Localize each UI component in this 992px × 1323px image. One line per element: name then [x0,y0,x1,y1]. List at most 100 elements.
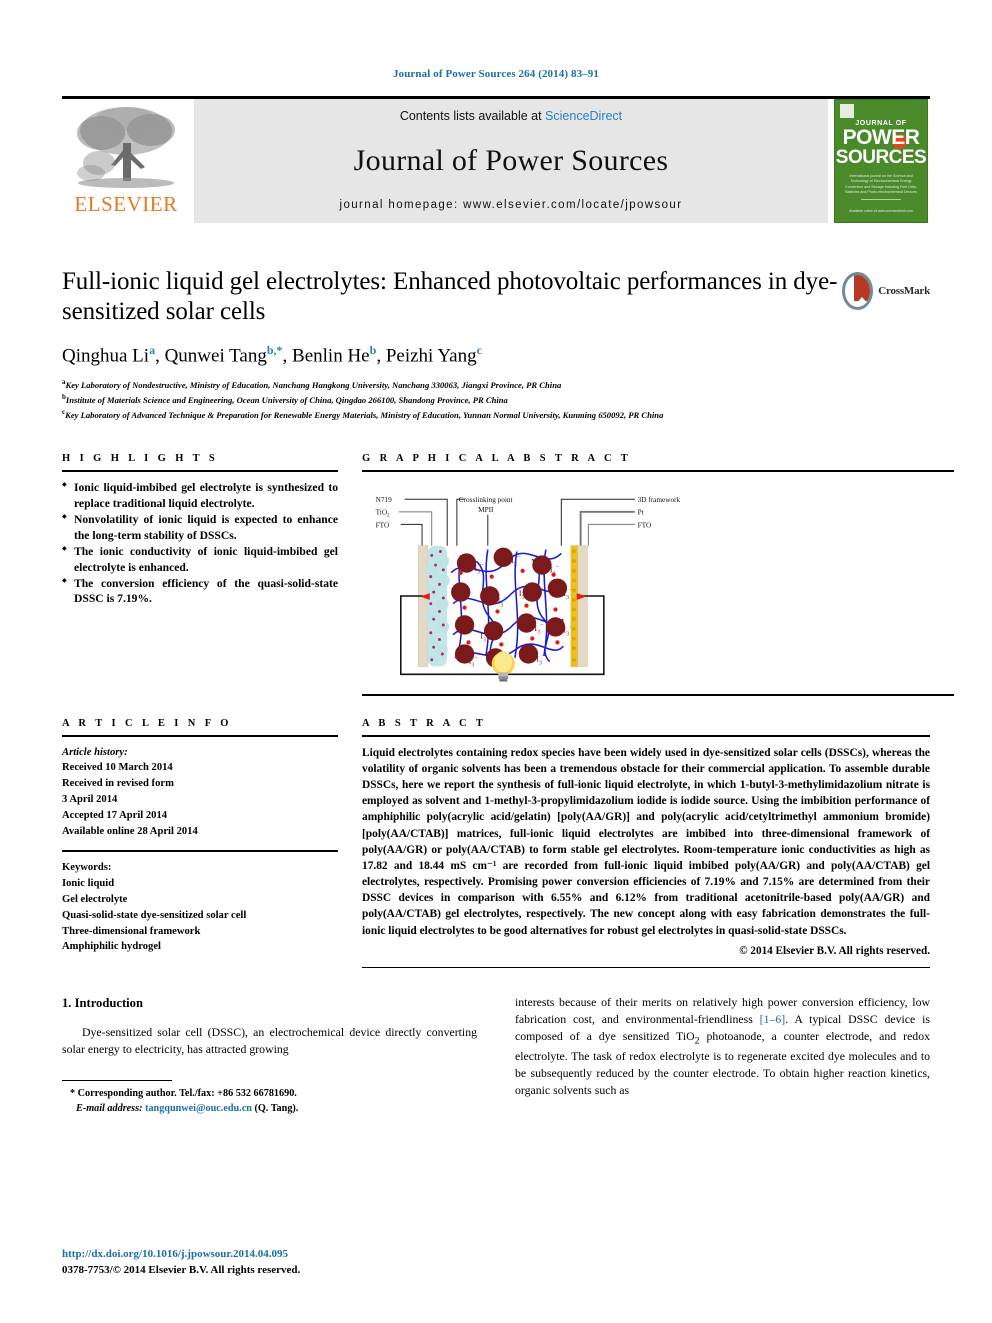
page-title: Full-ionic liquid gel electrolytes: Enha… [62,268,838,325]
email-link[interactable]: tangqunwei@ouc.edu.cn [145,1103,252,1114]
doi-link[interactable]: http://dx.doi.org/10.1016/j.jpowsour.201… [62,1247,300,1263]
affiliation-text: Key Laboratory of Advanced Technique & P… [65,410,664,421]
author-name: Qunwei Tang [164,345,267,367]
body-columns: 1. Introduction Dye-sensitized solar cel… [62,994,930,1117]
cover-power: POWER [842,126,920,149]
crossmark-icon [842,272,874,310]
journal-masthead: ELSEVIER Contents lists available at Sci… [62,96,930,223]
sciencedirect-link[interactable]: ScienceDirect [545,109,622,123]
graphical-abstract-figure: N719 TiO2 FTO Crosslinking point MPII 3D… [362,478,954,688]
abstract-column: A B S T R A C T Liquid electrolytes cont… [362,718,930,968]
article-history: Article history: Received 10 March 2014 … [62,745,338,840]
journal-cover-image: JOURNAL OF POWER SOURCES International j… [834,99,928,223]
article-info-column: A R T I C L E I N F O Article history: R… [62,718,338,968]
abstract-heading: A B S T R A C T [362,717,487,729]
paper-page: Journal of Power Sources 264 (2014) 83–9… [0,0,992,1323]
section-title: 1. Introduction [62,995,143,1010]
tio2-layer [425,545,450,667]
highlights-and-ga: H I G H L I G H T S Ionic liquid-imbibed… [62,453,954,696]
keyword-item: Three-dimensional framework [62,925,201,937]
article-info-rule [62,734,338,737]
label-mpii: MPII [478,505,494,513]
keyword-item: Quasi-solid-state dye-sensitized solar c… [62,909,247,921]
label-3d-framework: 3D framework [638,496,681,504]
cover-divider [861,199,901,200]
svg-text:I3−: I3− [468,654,478,668]
svg-text:I3−: I3− [511,554,521,568]
label-pt: Pt [638,508,644,516]
journal-homepage[interactable]: journal homepage: www.elsevier.com/locat… [340,199,683,211]
label-fto-right: FTO [638,521,652,529]
author-name: Peizhi Yang [385,345,477,367]
svg-text:I3−: I3− [534,622,544,636]
history-item: Accepted 17 April 2014 [62,810,168,822]
label-crosslinking-point: Crosslinking point [459,496,513,504]
reference-link[interactable]: [1–6] [760,1012,786,1026]
svg-text:I3−: I3− [497,594,507,608]
keyword-item: Amphiphilic hydrogel [62,941,161,953]
crossmark-label: CrossMark [878,285,930,297]
svg-text:I3−: I3− [536,652,546,666]
history-item: 3 April 2014 [62,794,118,806]
crossmark-badge[interactable]: CrossMark [842,269,930,313]
elsevier-logo-block: ELSEVIER [62,99,190,223]
elsevier-tree-icon [77,107,175,188]
journal-title: Journal of Power Sources [353,144,669,177]
affiliations: aKey Laboratory of Nondestructive, Minis… [62,377,930,423]
author-list: Qinghua Lia, Qunwei Tangb,*, Benlin Heb,… [62,343,482,367]
email-suffix: (Q. Tang). [251,1103,299,1115]
abstract-rule-top [362,734,930,737]
label-n719: N719 [376,496,392,504]
cover-elsevier-mark [840,104,854,118]
history-item: Available online 28 April 2014 [62,826,198,838]
label-fto-left: FTO [376,521,390,529]
cover-blurb: International journal on the Science and… [845,174,917,195]
list-item: Nonvolatility of ionic liquid is expecte… [62,512,338,544]
title-block: Full-ionic liquid gel electrolytes: Enha… [62,267,930,423]
corresponding-author-note: * Corresponding author. Tel./fax: +86 53… [70,1087,297,1099]
masthead-center: Contents lists available at ScienceDirec… [194,99,828,223]
fto-left-layer [417,545,429,667]
contents-available-line: Contents lists available at ScienceDirec… [400,109,622,123]
footnote-rule [62,1079,172,1081]
ga-rule-bottom [362,693,954,696]
list-item: Ionic liquid-imbibed gel electrolyte is … [62,480,338,512]
cover-sources: SOURCES [835,147,927,168]
list-item: The ionic conductivity of ionic liquid-i… [62,544,338,576]
email-label: E-mail address: [76,1103,143,1115]
list-item: The conversion efficiency of the quasi-s… [62,576,338,608]
highlights-heading: H I G H L I G H T S [62,452,219,464]
keyword-item: Gel electrolyte [62,893,128,905]
graphical-abstract-column: G R A P H I C A L A B S T R A C T N719 T… [362,453,954,696]
affiliation-item: cKey Laboratory of Advanced Technique & … [62,407,930,422]
footer-meta: http://dx.doi.org/10.1016/j.jpowsour.201… [62,1247,300,1279]
fto-right-layer [577,545,588,667]
highlights-column: H I G H L I G H T S Ionic liquid-imbibed… [62,453,338,696]
body-right-column: interests because of their merits on rel… [515,994,930,1117]
highlights-rule [62,469,338,472]
affiliation-text: Key Laboratory of Nondestructive, Minist… [65,379,562,390]
keywords-block: Keywords: Ionic liquid Gel electrolyte Q… [62,860,338,955]
history-label: Article history: [62,746,128,758]
abstract-copyright: © 2014 Elsevier B.V. All rights reserved… [739,944,930,957]
label-tio2: TiO2 [376,508,390,518]
keywords-label: Keywords: [62,861,112,873]
abstract-rule-bottom [362,966,930,968]
svg-text:I3−: I3− [550,563,560,577]
info-and-abstract: A R T I C L E I N F O Article history: R… [62,718,930,968]
affiliation-text: Institute of Materials Science and Engin… [65,395,508,406]
abstract-text: Liquid electrolytes containing redox spe… [362,746,930,937]
history-item: Received in revised form [62,778,174,790]
affiliation-item: bInstitute of Materials Science and Engi… [62,392,930,407]
body-left-column: 1. Introduction Dye-sensitized solar cel… [62,994,477,1117]
history-item: Received 10 March 2014 [62,762,173,774]
dssc-schematic-svg: N719 TiO2 FTO Crosslinking point MPII 3D… [376,496,681,682]
footnote-block: * Corresponding author. Tel./fax: +86 53… [62,1079,477,1117]
keywords-rule [62,849,338,852]
author-mark: b [369,343,377,357]
highlights-list: Ionic liquid-imbibed gel electrolyte is … [62,480,338,608]
issn-copyright: 0378-7753/© 2014 Elsevier B.V. All right… [62,1264,301,1277]
author-mark: a [149,343,156,357]
body-paragraph: interests because of their merits on rel… [515,994,930,1099]
author-name: Benlin He [292,345,370,367]
